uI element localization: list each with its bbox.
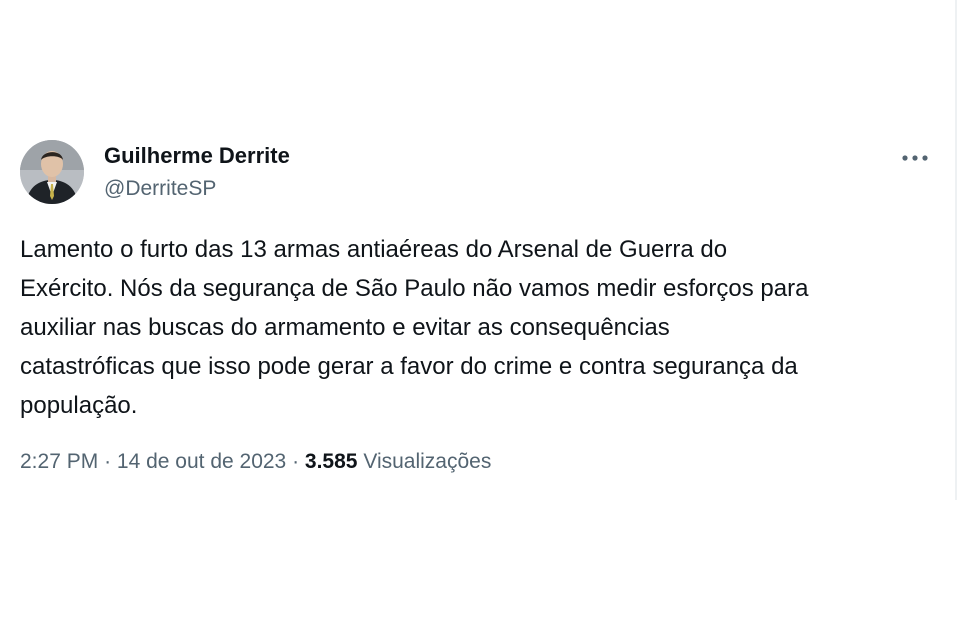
- more-options-button[interactable]: [897, 145, 933, 171]
- tweet-card: Guilherme Derrite @DerriteSP Lamento o f…: [0, 0, 960, 640]
- tweet-metadata: 2:27 PM · 14 de out de 2023 · 3.585 Visu…: [20, 450, 491, 474]
- views-count: 3.585: [304, 450, 358, 473]
- tweet-time[interactable]: 2:27 PM: [20, 450, 98, 473]
- profile-photo-icon: [20, 140, 84, 204]
- divider: [955, 0, 957, 500]
- author-handle[interactable]: @DerriteSP: [104, 177, 216, 201]
- separator: ·: [104, 450, 112, 473]
- more-horizontal-icon: [902, 155, 928, 161]
- avatar[interactable]: [20, 140, 84, 204]
- author-name[interactable]: Guilherme Derrite: [104, 143, 290, 169]
- tweet-date[interactable]: 14 de out de 2023: [117, 450, 286, 473]
- separator: ·: [292, 450, 300, 473]
- views-label: Visualizações: [363, 450, 492, 473]
- tweet-text: Lamento o furto das 13 armas antiaéreas …: [20, 236, 809, 419]
